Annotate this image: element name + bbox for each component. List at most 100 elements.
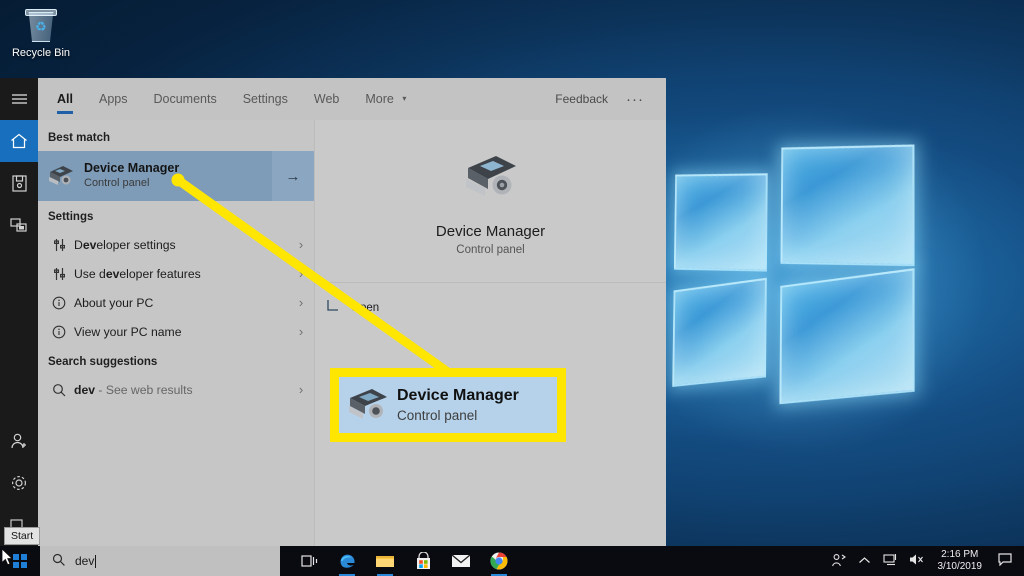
list-item-use-developer-features[interactable]: Use developer features › [38,259,314,288]
taskbar-search-input[interactable]: dev [40,546,280,576]
search-input-value: dev [75,554,95,568]
search-preview-pane: Device Manager Control panel Open [314,120,666,546]
search-tab-bar: All Apps Documents Settings Web More ▾ F… [38,78,666,120]
tab-all[interactable]: All [44,78,86,120]
action-center-icon [998,553,1012,567]
chevron-up-icon[interactable] [852,554,878,568]
result-subtitle: Control panel [84,176,150,189]
speaker-mute-icon[interactable] [904,553,930,569]
taskbar-item-task-view[interactable] [290,546,328,576]
person-share-icon[interactable] [826,553,852,570]
preview-action-label: Open [351,302,380,314]
device-manager-icon [38,163,84,189]
mouse-cursor-icon [2,549,13,566]
search-icon [52,553,65,569]
search-suggestions-header: Search suggestions [48,356,158,368]
folder-icon [376,556,394,567]
tab-more-label: More [365,92,394,106]
divider [315,282,666,283]
wallpaper-windows-logo-icon [668,127,934,414]
tab-settings-label: Settings [242,92,288,106]
documents-icon [11,174,27,192]
best-match-header: Best match [48,132,110,144]
device-manager-icon [460,150,522,209]
chevron-right-icon: › [298,266,304,281]
network-monitor-icon[interactable] [878,553,904,569]
chevron-right-icon: › [298,324,304,339]
clock-time: 2:16 PM [941,549,979,560]
sidebar-item-expand-menu[interactable] [0,78,38,120]
callout-subtitle: Control panel [397,407,478,423]
taskbar: dev 2:16 PM 3/10/2019 [0,546,1024,576]
tab-settings[interactable]: Settings [230,78,301,120]
list-item-label: Developer settings [74,237,176,252]
tab-web[interactable]: Web [301,78,352,120]
settings-group-header: Settings [48,211,94,223]
sliders-icon [44,267,74,281]
recycle-bin-label: Recycle Bin [11,47,71,59]
home-icon [11,133,27,149]
sidebar-item-documents[interactable] [0,162,38,204]
list-item-label: About your PC [74,295,154,310]
clock-date: 3/10/2019 [937,561,983,572]
task-view-icon [300,554,317,567]
taskbar-item-microsoft-store[interactable] [404,546,442,576]
callout-title: Device Manager [397,386,519,404]
device-manager-icon [339,385,397,425]
tab-documents[interactable]: Documents [140,78,229,120]
preview-subtitle: Control panel [456,244,525,256]
tab-all-label: All [57,92,73,106]
open-app-icon [327,299,351,317]
account-icon [11,433,26,449]
desktop-icon-recycle-bin[interactable]: ♻ Recycle Bin [6,6,76,60]
chevron-down-icon: ▾ [402,94,407,103]
tab-documents-label: Documents [153,92,217,106]
sliders-icon [44,238,74,252]
start-button-tooltip: Start [4,527,41,545]
feedback-button[interactable]: Feedback [545,92,618,106]
taskbar-item-file-explorer[interactable] [366,546,404,576]
sidebar-item-settings[interactable] [0,462,38,504]
search-results-list: Best match Device Manager Control panel [38,120,314,546]
taskbar-app-icons [290,546,518,576]
list-item-view-your-pc-name[interactable]: View your PC name › [38,317,314,346]
start-menu-rail [0,78,38,546]
taskbar-item-mail[interactable] [442,546,480,576]
sidebar-item-pictures[interactable] [0,204,38,246]
tab-web-label: Web [313,92,340,106]
info-circle-icon [44,296,74,310]
action-center-button[interactable] [990,553,1020,569]
preview-title: Device Manager [435,223,546,240]
result-item-device-manager[interactable]: Device Manager Control panel → [38,151,314,201]
chevron-right-icon: › [298,295,304,310]
taskbar-clock[interactable]: 2:16 PM 3/10/2019 [930,549,991,573]
tab-more[interactable]: More ▾ [352,78,419,120]
taskbar-item-google-chrome[interactable] [480,546,518,576]
recycle-bin-icon: ♻ [22,8,60,44]
chevron-right-icon: › [298,382,304,397]
sidebar-item-account[interactable] [0,420,38,462]
info-circle-icon [44,325,74,339]
preview-action-open[interactable]: Open [315,293,666,323]
result-title: Device Manager [84,161,180,176]
expand-details-arrow-icon[interactable]: → [272,151,314,201]
tab-apps-label: Apps [98,92,128,106]
start-search-panel: All Apps Documents Settings Web More ▾ F… [38,78,666,546]
tab-apps[interactable]: Apps [86,78,141,120]
overflow-menu-icon[interactable]: ··· [618,91,652,108]
list-item-label: dev - See web results [74,382,193,397]
system-tray: 2:16 PM 3/10/2019 [826,546,1024,576]
mail-icon [451,554,471,567]
list-item-web-suggestion[interactable]: dev - See web results › [38,375,314,404]
list-item-developer-settings[interactable]: Developer settings › [38,230,314,259]
list-item-about-your-pc[interactable]: About your PC › [38,288,314,317]
settings-gear-icon [11,475,27,491]
chrome-icon [490,552,508,570]
list-item-label: View your PC name [74,324,182,339]
chevron-right-icon: › [298,237,304,252]
store-icon [416,552,430,569]
hamburger-menu-icon [11,94,27,104]
taskbar-item-microsoft-edge[interactable] [328,546,366,576]
sidebar-item-home[interactable] [0,120,38,162]
text-caret [95,554,97,568]
